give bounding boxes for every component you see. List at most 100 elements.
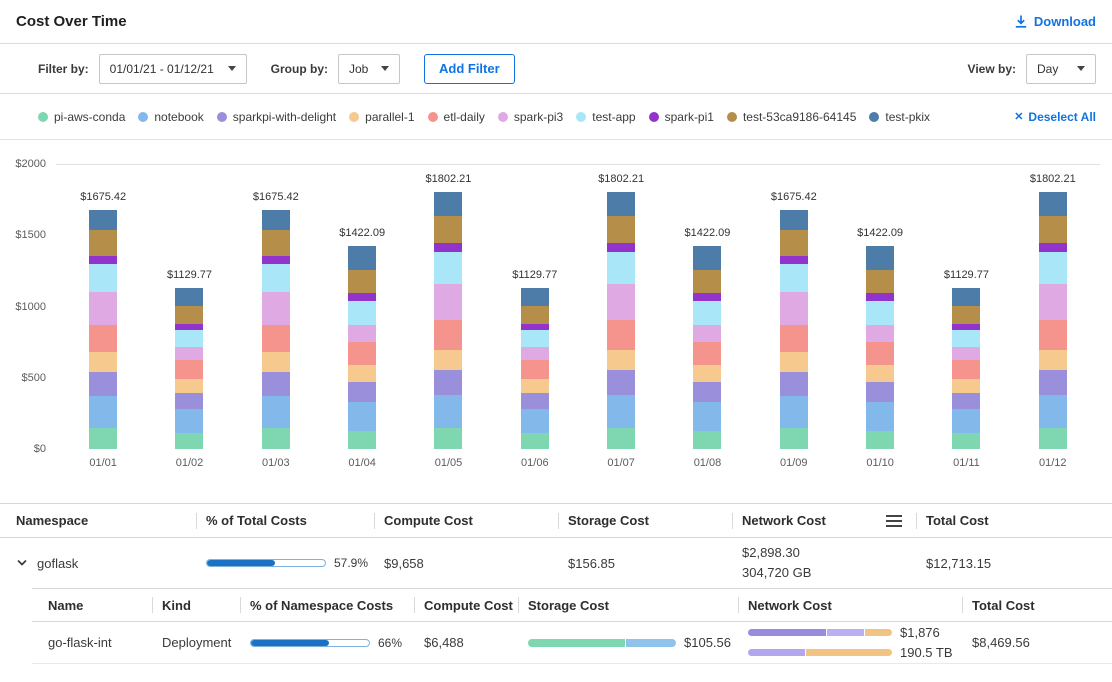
bar-segment-spark-pi3[interactable] bbox=[521, 347, 549, 360]
bar-segment-test-app[interactable] bbox=[1039, 252, 1067, 285]
bar-segment-test-app[interactable] bbox=[866, 301, 894, 325]
bar-segment-etl-daily[interactable] bbox=[175, 360, 203, 379]
bar-segment-test-pkix[interactable] bbox=[348, 246, 376, 270]
bar-segment-spark-pi1[interactable] bbox=[866, 293, 894, 301]
bar-segment-parallel-1[interactable] bbox=[89, 352, 117, 372]
legend-item-spark-pi3[interactable]: spark-pi3 bbox=[498, 110, 563, 124]
bar-segment-test-53ca9186-64145[interactable] bbox=[521, 306, 549, 324]
bar-segment-test-53ca9186-64145[interactable] bbox=[434, 216, 462, 243]
bar-segment-etl-daily[interactable] bbox=[521, 360, 549, 379]
bar-segment-test-pkix[interactable] bbox=[952, 288, 980, 306]
legend-item-etl-daily[interactable]: etl-daily bbox=[428, 110, 485, 124]
bar-segment-test-pkix[interactable] bbox=[780, 210, 808, 230]
column-header-namespace[interactable]: Namespace bbox=[0, 504, 196, 537]
bar-segment-test-53ca9186-64145[interactable] bbox=[1039, 216, 1067, 243]
bar-segment-pi-aws-conda[interactable] bbox=[262, 428, 290, 449]
bar-segment-etl-daily[interactable] bbox=[693, 342, 721, 365]
bar-segment-spark-pi3[interactable] bbox=[348, 325, 376, 342]
bar-segment-spark-pi1[interactable] bbox=[607, 243, 635, 252]
bar-segment-parallel-1[interactable] bbox=[434, 350, 462, 370]
legend-item-test-pkix[interactable]: test-pkix bbox=[869, 110, 930, 124]
bar-segment-pi-aws-conda[interactable] bbox=[521, 433, 549, 449]
bar-segment-test-app[interactable] bbox=[262, 264, 290, 293]
bar-segment-test-app[interactable] bbox=[607, 252, 635, 285]
bar-segment-spark-pi3[interactable] bbox=[1039, 284, 1067, 320]
bar-segment-notebook[interactable] bbox=[1039, 395, 1067, 428]
bar-segment-parallel-1[interactable] bbox=[521, 379, 549, 393]
bar-segment-test-53ca9186-64145[interactable] bbox=[89, 230, 117, 256]
bar-segment-spark-pi1[interactable] bbox=[348, 293, 376, 301]
bar-segment-parallel-1[interactable] bbox=[607, 350, 635, 370]
bar-segment-parallel-1[interactable] bbox=[262, 352, 290, 372]
bar-segment-spark-pi3[interactable] bbox=[693, 325, 721, 342]
bar-segment-parallel-1[interactable] bbox=[348, 365, 376, 382]
bar-segment-test-app[interactable] bbox=[780, 264, 808, 293]
subcolumn-header-storage[interactable]: Storage Cost bbox=[518, 589, 738, 621]
bar-segment-etl-daily[interactable] bbox=[1039, 320, 1067, 350]
legend-item-parallel-1[interactable]: parallel-1 bbox=[349, 110, 414, 124]
stacked-bar[interactable] bbox=[866, 246, 894, 449]
legend-item-sparkpi-with-delight[interactable]: sparkpi-with-delight bbox=[217, 110, 336, 124]
deselect-all-button[interactable]: ✕ Deselect All bbox=[1014, 110, 1096, 124]
bar-segment-etl-daily[interactable] bbox=[780, 325, 808, 352]
bar-segment-notebook[interactable] bbox=[89, 396, 117, 429]
bar-segment-pi-aws-conda[interactable] bbox=[1039, 428, 1067, 449]
bar-segment-test-pkix[interactable] bbox=[175, 288, 203, 306]
bar-segment-notebook[interactable] bbox=[866, 402, 894, 431]
add-filter-button[interactable]: Add Filter bbox=[424, 54, 515, 84]
bar-segment-sparkpi-with-delight[interactable] bbox=[348, 382, 376, 402]
stacked-bar[interactable] bbox=[89, 210, 117, 449]
subcolumn-header-kind[interactable]: Kind bbox=[152, 589, 240, 621]
bar-segment-pi-aws-conda[interactable] bbox=[175, 433, 203, 449]
subcolumn-header-network[interactable]: Network Cost bbox=[738, 589, 962, 621]
bar-segment-pi-aws-conda[interactable] bbox=[952, 433, 980, 449]
bar-segment-spark-pi3[interactable] bbox=[175, 347, 203, 360]
bar-segment-spark-pi3[interactable] bbox=[607, 284, 635, 320]
bar-segment-test-pkix[interactable] bbox=[866, 246, 894, 270]
bar-segment-parallel-1[interactable] bbox=[693, 365, 721, 382]
bar-segment-test-app[interactable] bbox=[693, 301, 721, 325]
bar-segment-pi-aws-conda[interactable] bbox=[348, 431, 376, 450]
bar-segment-pi-aws-conda[interactable] bbox=[866, 431, 894, 450]
stacked-bar[interactable] bbox=[262, 210, 290, 449]
download-button[interactable]: Download bbox=[1014, 14, 1096, 29]
bar-segment-sparkpi-with-delight[interactable] bbox=[607, 370, 635, 395]
bar-segment-sparkpi-with-delight[interactable] bbox=[89, 372, 117, 396]
bar-segment-test-pkix[interactable] bbox=[262, 210, 290, 230]
bar-segment-pi-aws-conda[interactable] bbox=[607, 428, 635, 449]
bar-segment-notebook[interactable] bbox=[607, 395, 635, 428]
column-header-storage[interactable]: Storage Cost bbox=[558, 504, 732, 537]
legend-item-test-53ca9186-64145[interactable]: test-53ca9186-64145 bbox=[727, 110, 856, 124]
bar-segment-notebook[interactable] bbox=[952, 409, 980, 433]
date-range-select[interactable]: 01/01/21 - 01/12/21 bbox=[99, 54, 247, 84]
subcolumn-header-total[interactable]: Total Cost bbox=[962, 589, 1112, 621]
bar-segment-spark-pi3[interactable] bbox=[434, 284, 462, 320]
column-header-compute[interactable]: Compute Cost bbox=[374, 504, 558, 537]
bar-segment-pi-aws-conda[interactable] bbox=[434, 428, 462, 449]
bar-segment-notebook[interactable] bbox=[434, 395, 462, 428]
bar-segment-spark-pi3[interactable] bbox=[780, 292, 808, 325]
bar-segment-parallel-1[interactable] bbox=[780, 352, 808, 372]
bar-segment-test-app[interactable] bbox=[521, 330, 549, 347]
bar-segment-sparkpi-with-delight[interactable] bbox=[521, 393, 549, 409]
column-header-pct-total[interactable]: % of Total Costs bbox=[196, 504, 374, 537]
bar-segment-test-53ca9186-64145[interactable] bbox=[175, 306, 203, 324]
bar-segment-spark-pi3[interactable] bbox=[952, 347, 980, 360]
bar-segment-notebook[interactable] bbox=[262, 396, 290, 429]
bar-segment-sparkpi-with-delight[interactable] bbox=[780, 372, 808, 396]
bar-segment-etl-daily[interactable] bbox=[434, 320, 462, 350]
subcolumn-header-name[interactable]: Name bbox=[32, 589, 152, 621]
legend-item-spark-pi1[interactable]: spark-pi1 bbox=[649, 110, 714, 124]
bar-segment-test-pkix[interactable] bbox=[607, 192, 635, 216]
bar-segment-sparkpi-with-delight[interactable] bbox=[693, 382, 721, 402]
bar-segment-test-pkix[interactable] bbox=[89, 210, 117, 230]
bar-segment-pi-aws-conda[interactable] bbox=[89, 428, 117, 449]
bar-segment-sparkpi-with-delight[interactable] bbox=[175, 393, 203, 409]
bar-segment-test-pkix[interactable] bbox=[693, 246, 721, 270]
bar-segment-test-53ca9186-64145[interactable] bbox=[780, 230, 808, 256]
bar-segment-sparkpi-with-delight[interactable] bbox=[1039, 370, 1067, 395]
stacked-bar[interactable] bbox=[1039, 192, 1067, 449]
bar-segment-etl-daily[interactable] bbox=[607, 320, 635, 350]
bar-segment-notebook[interactable] bbox=[175, 409, 203, 433]
bar-segment-etl-daily[interactable] bbox=[89, 325, 117, 352]
